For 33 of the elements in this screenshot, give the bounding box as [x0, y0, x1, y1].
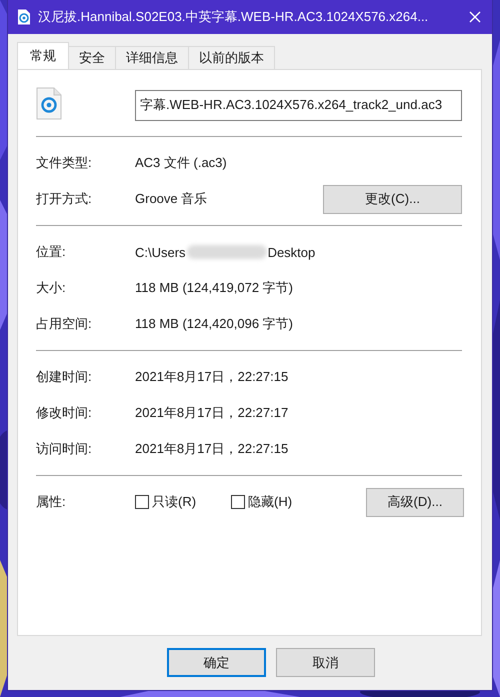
property-label: 大小:	[36, 279, 67, 297]
checkbox[interactable]	[231, 495, 246, 509]
file-name-field[interactable]: 字幕.WEB-HR.AC3.1024X576.x264_track2_und.ac3	[135, 90, 462, 120]
close-icon[interactable]	[468, 10, 482, 24]
property-value: AC3 文件 (.ac3)	[135, 154, 228, 172]
path-end: Desktop	[268, 244, 316, 260]
property-value: 2021年8月17日，22:27:15	[135, 368, 290, 386]
property-label: 文件类型:	[36, 154, 93, 172]
checkbox-label: 隐藏(H)	[248, 493, 292, 511]
property-value: Groove 音乐	[135, 190, 208, 208]
change-button[interactable]: 更改(C)...	[323, 184, 462, 214]
property-label: 修改时间:	[36, 404, 93, 422]
checkbox[interactable]	[135, 495, 149, 509]
property-value: 118 MB (124,420,096 字节)	[135, 315, 294, 333]
property-value: 118 MB (124,419,072 字节)	[135, 279, 294, 297]
property-label: 位置:	[36, 243, 67, 261]
file-icon	[36, 87, 62, 120]
advanced-button[interactable]: 高级(D)...	[366, 488, 464, 516]
property-label: 创建时间:	[36, 368, 93, 386]
property-label: 属性:	[36, 493, 67, 511]
property-label: 打开方式:	[36, 190, 93, 208]
property-label: 访问时间:	[36, 440, 93, 458]
property-value: 2021年8月17日，22:27:17	[135, 404, 290, 422]
property-value: 2021年8月17日，22:27:15	[135, 440, 290, 458]
file-icon	[17, 9, 31, 25]
tab[interactable]: 以前的版本	[188, 46, 275, 69]
window-title: 汉尼拔.Hannibal.S02E03.中英字幕.WEB-HR.AC3.1024X576.x264...	[38, 8, 430, 26]
checkbox-label: 只读(R)	[152, 493, 196, 511]
ok-button[interactable]: 确定	[167, 648, 266, 677]
path-start: C:\Users	[135, 244, 186, 260]
tab[interactable]: 常规	[17, 42, 69, 69]
cancel-button[interactable]: 取消	[276, 648, 375, 677]
property-label: 占用空间:	[36, 315, 93, 333]
